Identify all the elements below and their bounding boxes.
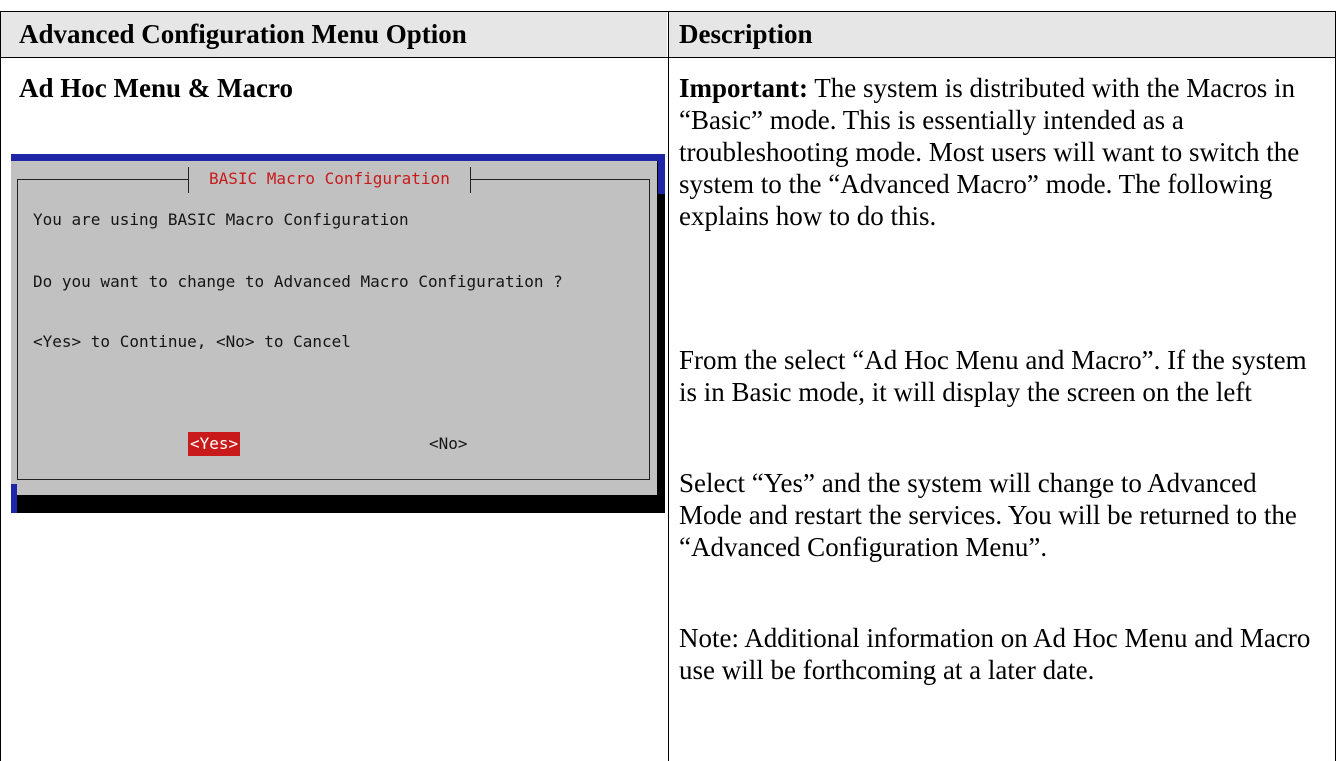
- terminal-blue-border-bottom-left: [11, 484, 17, 513]
- description-paragraph-4: Note: Additional information on Ad Hoc M…: [679, 623, 1311, 685]
- terminal-dialog-title: BASIC Macro Configuration: [209, 169, 450, 188]
- configuration-table: Advanced Configuration Menu Option Descr…: [0, 0, 1336, 761]
- important-label: Important:: [679, 73, 808, 103]
- column-divider: [668, 11, 669, 761]
- column-header-description: Description: [679, 19, 813, 49]
- terminal-line-3: <Yes> to Continue, <No> to Cancel: [33, 332, 351, 351]
- table-left-border: [0, 11, 1, 761]
- description-important: Important: The system is distributed wit…: [679, 72, 1319, 232]
- terminal-dialog-screenshot: BASIC Macro Configuration You are using …: [11, 154, 665, 513]
- terminal-dialog-frame: BASIC Macro Configuration You are using …: [17, 167, 650, 480]
- terminal-yes-button[interactable]: <Yes>: [188, 432, 241, 456]
- terminal-dialog-title-box: BASIC Macro Configuration: [188, 167, 471, 193]
- description-paragraph-2: From the select “Ad Hoc Menu and Macro”.…: [679, 345, 1307, 407]
- terminal-blue-border-right: [658, 154, 665, 194]
- terminal-dialog-body: BASIC Macro Configuration You are using …: [11, 161, 657, 495]
- terminal-no-button[interactable]: <No>: [429, 432, 468, 456]
- terminal-blue-border-top: [11, 154, 665, 161]
- terminal-line-1: You are using BASIC Macro Configuration: [33, 210, 409, 229]
- option-title: Ad Hoc Menu & Macro: [19, 73, 293, 103]
- column-header-option: Advanced Configuration Menu Option: [19, 19, 467, 49]
- terminal-line-2: Do you want to change to Advanced Macro …: [33, 272, 563, 291]
- description-paragraph-3: Select “Yes” and the system will change …: [679, 468, 1297, 562]
